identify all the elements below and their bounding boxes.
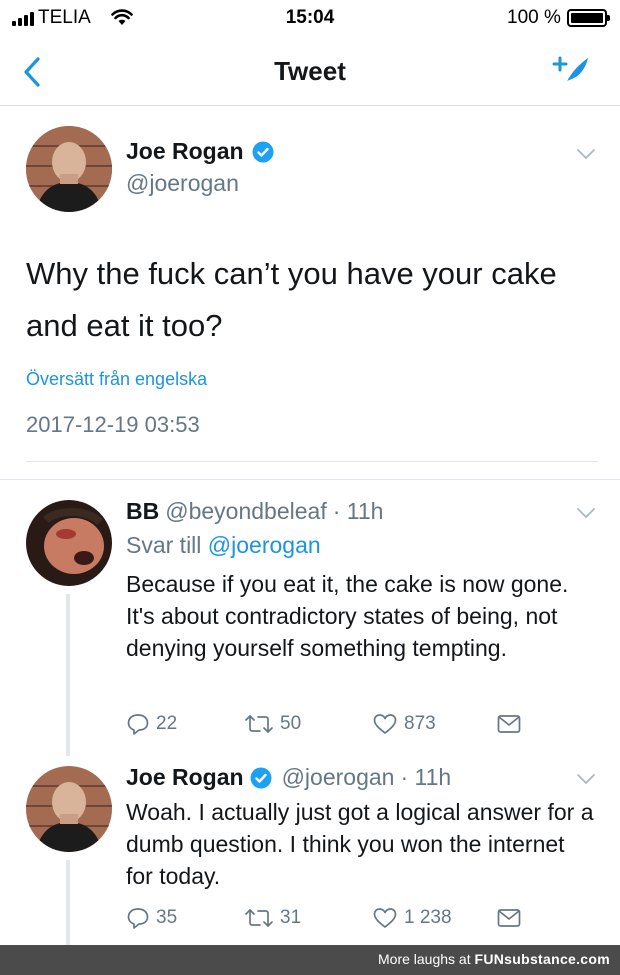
tweet-timestamp: 2017-12-19 03:53 [26,412,200,437]
chevron-down-icon[interactable] [576,506,596,520]
direct-message-button[interactable] [496,906,522,930]
chevron-down-icon[interactable] [576,772,596,786]
reply-to-line: Svar till @joerogan [126,532,321,559]
divider [26,461,598,462]
author-handle[interactable]: @joerogan [126,170,239,197]
thread-connector [66,860,70,945]
page-title: Tweet [274,56,346,86]
reply-count: 35 [156,907,178,928]
watermark-brand: FUNsubstance.com [474,951,610,967]
battery-percentage: 100 % [507,7,561,28]
watermark-prefix: More laughs at [378,951,471,967]
reply-text: Woah. I actually just got a logical answ… [126,799,594,889]
retweet-count: 50 [280,713,302,734]
reply-count: 22 [156,713,178,734]
tweet-text: Why the fuck can’t you have your cake an… [26,256,557,343]
like-count: 1 238 [404,907,452,928]
reply-button[interactable]: 35 [126,906,177,930]
compose-tweet-icon[interactable] [552,52,592,92]
translate-link[interactable]: Översätt från engelska [26,369,207,390]
thread-connector [66,594,70,756]
reply-icon [127,714,149,735]
status-bar: TELIA 15:04 100 % [0,0,620,36]
direct-message-button[interactable] [496,712,522,736]
navigation-bar: Tweet [0,36,620,106]
retweet-icon [245,715,273,733]
divider [0,479,620,480]
author-name[interactable]: Joe Rogan [126,138,244,165]
reply-text: Because if you eat it, the cake is now g… [126,571,569,661]
reply-author-handle[interactable]: @joerogan [282,764,395,791]
chevron-down-icon[interactable] [576,147,596,161]
reply-time: · 11h [400,764,452,790]
like-icon [373,714,397,734]
like-count: 873 [404,713,436,734]
author-name-row: Joe Rogan [126,138,274,165]
reply-header: Joe Rogan @joerogan · 11h [126,764,451,791]
reply-author-handle[interactable]: @beyondbeleaf [165,498,326,525]
verified-badge-icon [250,767,272,788]
verified-badge-icon [252,141,274,162]
reply-button[interactable]: 22 [126,712,177,736]
avatar[interactable] [26,126,112,212]
reply-author-name[interactable]: Joe Rogan [126,764,244,791]
avatar[interactable] [26,766,112,852]
reply-time: · 11h [332,498,384,524]
retweet-button[interactable]: 31 [244,906,301,930]
battery-icon [567,9,610,27]
retweet-button[interactable]: 50 [244,712,301,736]
like-button[interactable]: 873 [372,712,436,736]
message-icon [497,715,521,733]
tweet-actions: 35 31 1 238 [126,906,526,936]
watermark-text: More laughs at FUNsubstance.com [378,951,610,967]
reply-header: BB @beyondbeleaf · 11h [126,498,383,525]
like-button[interactable]: 1 238 [372,906,452,930]
reply-icon [127,908,149,929]
avatar[interactable] [26,500,112,586]
tweet-actions: 22 50 873 [126,712,526,742]
like-icon [373,908,397,928]
message-icon [497,909,521,927]
reply-to-prefix: Svar till [126,532,202,558]
reply-author-name[interactable]: BB [126,498,159,525]
reply-to-handle[interactable]: @joerogan [208,532,321,558]
retweet-icon [245,909,273,927]
retweet-count: 31 [280,907,302,928]
watermark-footer: More laughs at FUNsubstance.com [0,945,620,975]
